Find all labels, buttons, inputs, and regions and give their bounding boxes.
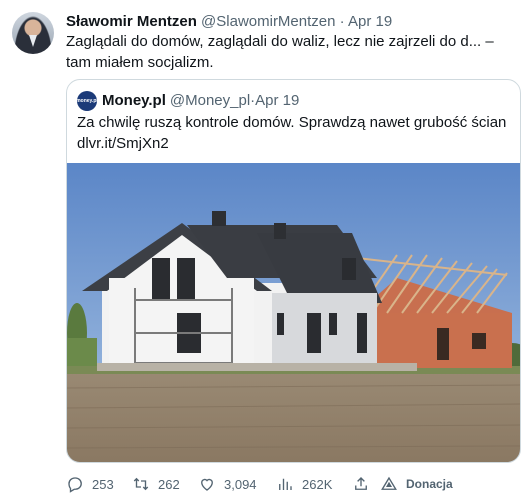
action-bar: 253 262 3,094 262K Donacja (66, 472, 526, 496)
quoted-link[interactable]: dlvr.it/SmjXn2 (77, 133, 507, 154)
retweet-icon (133, 477, 149, 491)
avatar[interactable] (12, 12, 54, 54)
tweet-header: Sławomir Mentzen @SlawomirMentzen · Apr … (66, 12, 392, 32)
quoted-tweet[interactable]: money.pl Money.pl @Money_pl · Apr 19 Za … (66, 79, 521, 463)
reply-button[interactable]: 253 (66, 472, 114, 496)
donate-button[interactable]: Donacja (380, 472, 453, 496)
like-count: 3,094 (224, 476, 257, 492)
retweet-count: 262 (158, 476, 180, 492)
quoted-tweet-text: Za chwilę ruszą kontrole domów. Sprawdzą… (77, 112, 507, 154)
separator-dot: · (339, 13, 345, 30)
money-pl-logo: money.pl (76, 91, 98, 111)
quoted-text-line: Za chwilę ruszą kontrole domów. Sprawdzą… (77, 114, 507, 131)
quoted-author-handle[interactable]: @Money_pl (170, 91, 250, 111)
quoted-tweet-date[interactable]: Apr 19 (255, 91, 299, 111)
views-icon (279, 478, 292, 490)
author-handle[interactable]: @SlawomirMentzen (201, 13, 335, 30)
share-button[interactable] (352, 472, 378, 496)
tweet-text: Zaglądali do domów, zaglądali do waliz, … (66, 33, 494, 71)
tweet: Sławomir Mentzen @SlawomirMentzen · Apr … (0, 0, 532, 500)
views-count: 262K (302, 476, 333, 492)
share-icon (355, 477, 367, 490)
author-name[interactable]: Sławomir Mentzen (66, 13, 197, 30)
tweet-date[interactable]: Apr 19 (348, 13, 392, 30)
donate-label: Donacja (406, 477, 453, 491)
reply-icon (68, 477, 82, 493)
heart-icon (201, 478, 213, 491)
quoted-author-name[interactable]: Money.pl (102, 91, 166, 111)
retweet-button[interactable]: 262 (132, 472, 180, 496)
donate-icon (381, 476, 397, 490)
like-button[interactable]: 3,094 (198, 472, 257, 496)
house-photo[interactable] (67, 163, 521, 463)
logo-text: money.pl (76, 98, 98, 104)
views-button[interactable]: 262K (276, 472, 332, 496)
quoted-tweet-header: money.pl Money.pl @Money_pl · Apr 19 (76, 91, 299, 111)
reply-count: 253 (92, 476, 114, 492)
